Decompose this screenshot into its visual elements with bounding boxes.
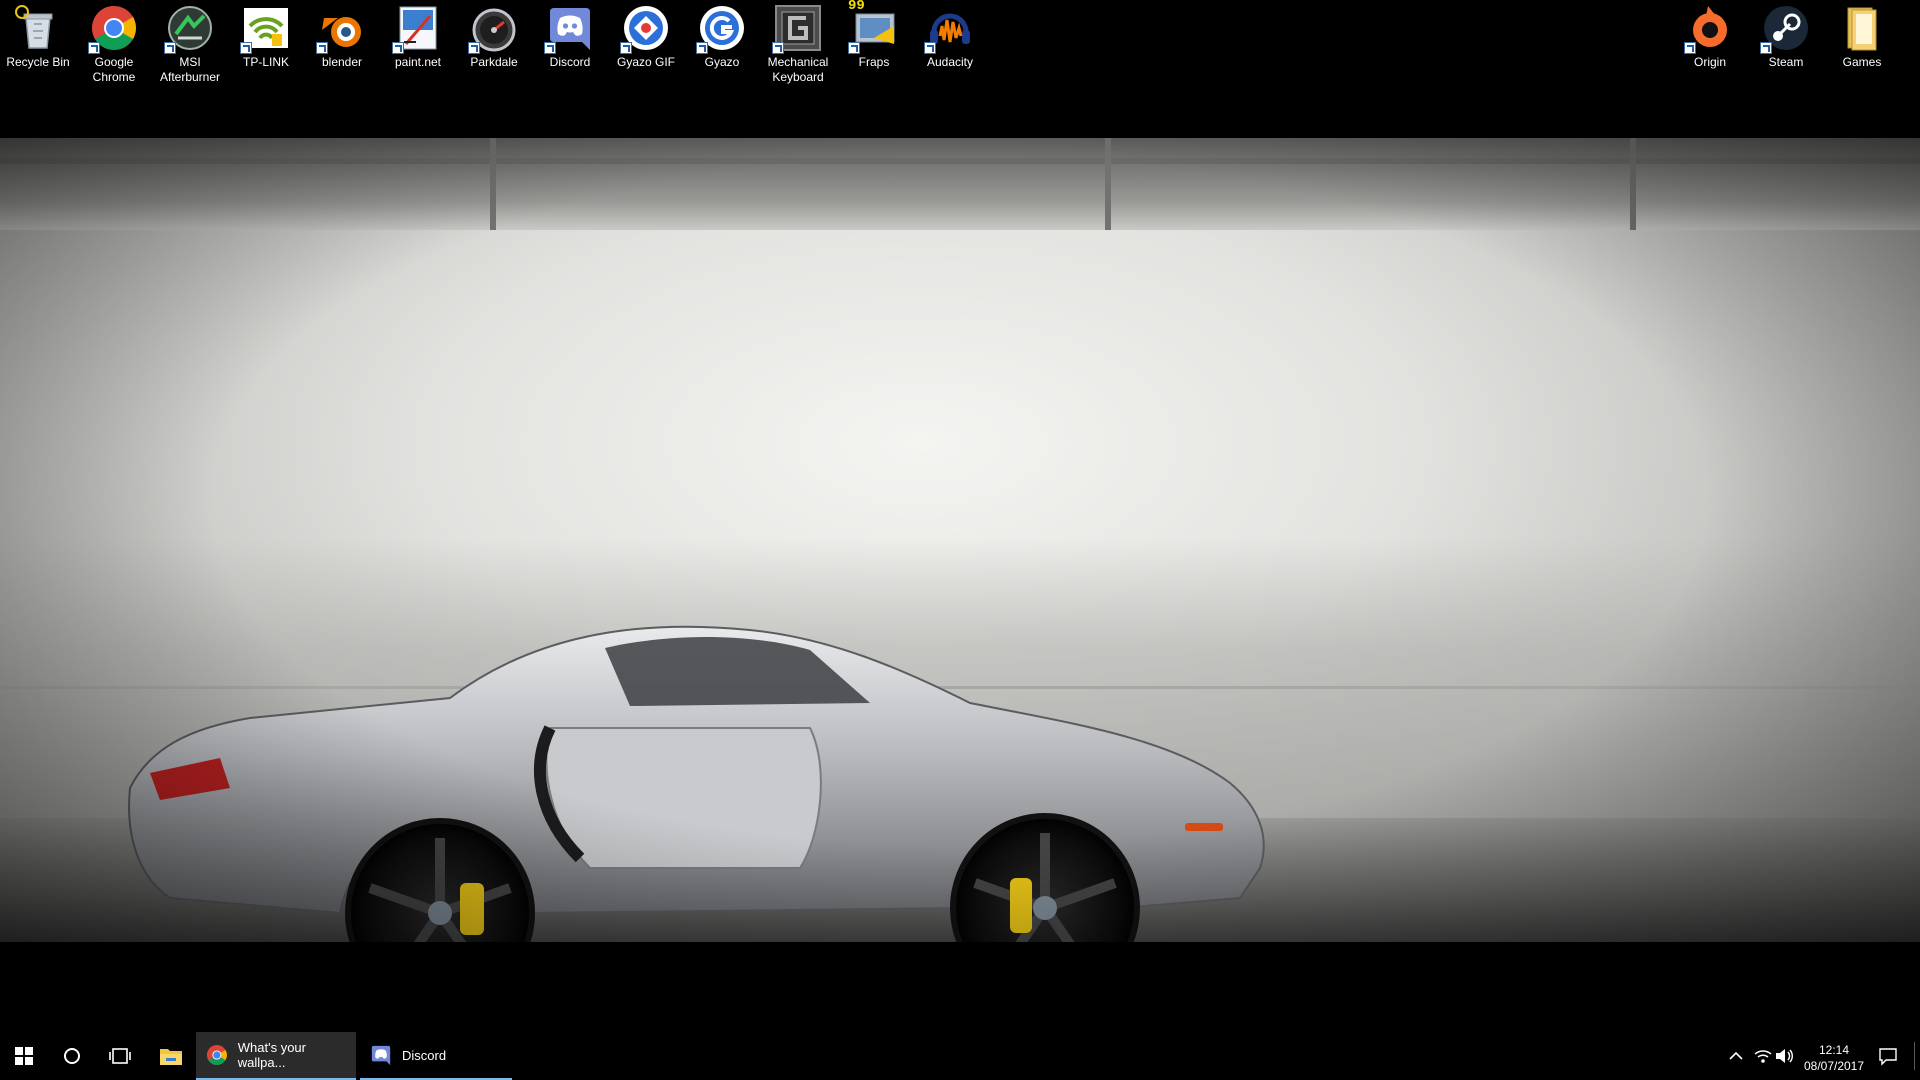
shortcut-arrow-icon [772,42,784,54]
taskbar-app-label: Discord [402,1047,447,1063]
icon-label: blender [321,55,363,69]
volume-icon[interactable] [1773,1045,1795,1067]
desktop-icon-audacity[interactable]: Audacity [912,4,988,92]
desktop-icon-gyazo-gif[interactable]: Gyazo GIF [608,4,684,92]
icon-label: paint.net [394,55,442,69]
icon-label: Mechanical Keyboard [767,55,829,84]
taskbar: What's your wallpa... Discord [0,1032,1920,1080]
taskbar-clock[interactable]: 12:14 08/07/2017 [1794,1042,1874,1074]
icon-label: Gyazo GIF [616,55,675,69]
icon-label: Fraps [858,55,890,69]
taskbar-app-discord[interactable]: Discord [360,1032,512,1080]
cortana-circle-icon [64,1048,80,1064]
desktop-icon-games[interactable]: Games [1824,4,1900,92]
desktop-icon-google-chrome[interactable]: Google Chrome [76,4,152,92]
desktop-icon-origin[interactable]: Origin [1672,4,1748,92]
shortcut-arrow-icon [392,42,404,54]
action-center-icon[interactable] [1877,1045,1899,1067]
icon-label: Discord [549,55,591,69]
taskbar-app-chrome[interactable]: What's your wallpa... [196,1032,356,1080]
shortcut-arrow-icon [88,42,100,54]
icon-label: MSI Afterburner [159,55,221,84]
discord-icon [371,1045,391,1066]
clock-time: 12:14 [1818,1043,1850,1057]
shortcut-arrow-icon [164,42,176,54]
windows-logo-icon [15,1047,33,1065]
shortcut-arrow-icon [468,42,480,54]
wallpaper [0,138,1920,942]
icon-label: TP-LINK [242,55,289,69]
desktop-icon-fraps[interactable]: 99 Fraps [836,0,912,92]
desktop-icon-paint-net[interactable]: paint.net [380,4,456,92]
desktop-icon-gyazo[interactable]: Gyazo [684,4,760,92]
icon-label: Audacity [926,55,974,69]
desktop-icon-steam[interactable]: Steam [1748,4,1824,92]
desktop-icon-blender[interactable]: blender [304,4,380,92]
icon-label: Parkdale [470,55,518,69]
shortcut-arrow-icon [316,42,328,54]
desktop-icon-parkdale[interactable]: Parkdale [456,4,532,92]
file-explorer-icon [160,1049,182,1065]
desktop-icon-mechanical-keyboard[interactable]: Mechanical Keyboard [760,4,836,92]
folder-icon [1847,7,1877,51]
shortcut-arrow-icon [240,42,252,54]
shortcut-arrow-icon [620,42,632,54]
file-explorer-button[interactable] [150,1032,192,1080]
desktop-icon-discord[interactable]: Discord [532,4,608,92]
desktop-icon-recycle-bin[interactable]: Recycle Bin [0,4,76,92]
shortcut-arrow-icon [696,42,708,54]
icon-label: Steam [1768,55,1804,69]
chrome-icon [206,1045,227,1065]
recycle-bin-icon [15,5,53,49]
clock-date: 08/07/2017 [1803,1059,1865,1073]
taskbar-app-label: What's your wallpa... [237,1040,306,1070]
network-icon[interactable] [1752,1045,1774,1067]
shortcut-arrow-icon [848,42,860,54]
shortcut-arrow-icon [1760,42,1772,54]
task-view-icon [109,1048,131,1064]
shortcut-arrow-icon [924,42,936,54]
task-view-button[interactable] [96,1032,144,1080]
desktop[interactable]: Recycle Bin Google Chrome MSI Afterburne… [0,0,1920,1032]
icon-label: Gyazo [704,55,740,69]
show-desktop-divider[interactable] [1914,1042,1915,1070]
desktop-icon-msi-afterburner[interactable]: MSI Afterburner [152,4,228,92]
icon-label: Games [1842,55,1882,69]
icon-label: Google Chrome [92,55,136,84]
cortana-search-button[interactable] [48,1032,96,1080]
icon-label: Recycle Bin [6,55,70,69]
desktop-icon-tp-link[interactable]: TP-LINK [228,4,304,92]
fraps-fps-overlay: 99 [848,0,865,14]
wallpaper-vignette [0,138,1920,942]
show-hidden-icons-chevron-icon[interactable] [1725,1045,1747,1067]
start-button[interactable] [0,1032,48,1080]
shortcut-arrow-icon [544,42,556,54]
icon-label: Origin [1693,55,1726,69]
shortcut-arrow-icon [1684,42,1696,54]
